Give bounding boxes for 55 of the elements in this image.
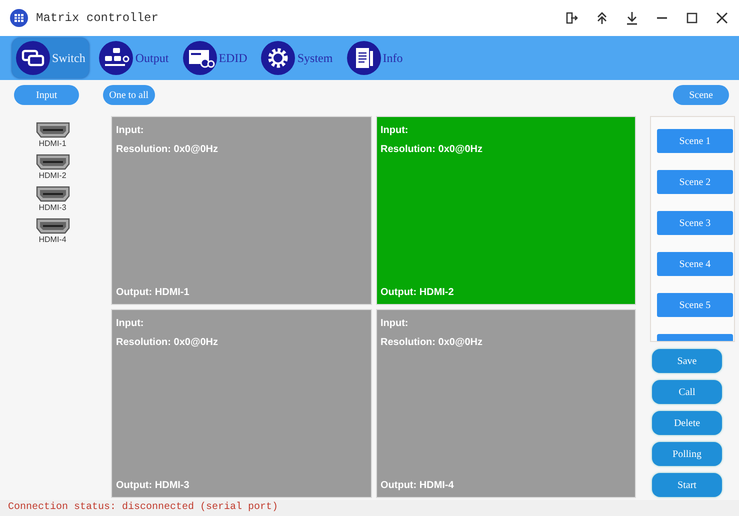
window-stack-icon — [16, 41, 50, 75]
input-label: Input: — [380, 124, 410, 138]
action-button[interactable]: Start — [652, 473, 722, 497]
hdmi-port-icon[interactable] — [36, 218, 70, 234]
output-label: Output: HDMI-4 — [380, 479, 455, 493]
scene-button[interactable]: Scene 3 — [657, 211, 733, 235]
output-tile[interactable]: Input: Resolution: 0x0@0Hz Output: HDMI-4 — [376, 309, 636, 498]
exit-icon[interactable] — [565, 11, 579, 25]
tab[interactable]: EDID — [178, 38, 252, 78]
output-label: Output: HDMI-1 — [116, 286, 190, 300]
tab[interactable]: System — [257, 38, 337, 78]
output-label: Output: HDMI-2 — [380, 286, 455, 300]
action-button[interactable]: Polling — [652, 442, 722, 466]
close-icon[interactable] — [715, 11, 729, 25]
input-label: HDMI-3 — [38, 202, 66, 214]
document-icon — [346, 41, 381, 75]
output-tile[interactable]: Input: Resolution: 0x0@0Hz Output: HDMI-1 — [111, 116, 372, 305]
input-label: Input: — [116, 124, 145, 138]
scene-button[interactable]: Scene 5 — [657, 293, 733, 317]
action-button[interactable]: Call — [652, 380, 722, 404]
action-button[interactable]: Delete — [652, 411, 722, 435]
input-label: HDMI-1 — [38, 138, 66, 150]
hdmi-port-icon[interactable] — [36, 154, 70, 170]
scene-button[interactable]: Scene — [673, 85, 729, 105]
output-tile[interactable]: Input: Resolution: 0x0@0Hz Output: HDMI-2 — [376, 116, 636, 305]
resolution-label: Resolution: 0x0@0Hz — [116, 143, 219, 157]
input-label: HDMI-2 — [38, 170, 66, 182]
maximize-icon[interactable] — [685, 11, 699, 25]
tab[interactable]: Switch — [12, 38, 90, 78]
window-title: Matrix controller — [36, 10, 158, 27]
resolution-label: Resolution: 0x0@0Hz — [116, 336, 219, 350]
hdmi-port-icon[interactable] — [36, 186, 70, 202]
scene-button[interactable]: Scene 4 — [657, 252, 733, 276]
output-label: Output: HDMI-3 — [116, 479, 190, 493]
network-icon — [99, 41, 134, 75]
monitor-gear-icon — [182, 41, 217, 75]
input-label: Input: — [380, 317, 410, 331]
download-icon[interactable] — [625, 11, 639, 25]
input-label: Input: — [116, 317, 145, 331]
settings-icon — [261, 41, 296, 75]
tab[interactable]: Output — [95, 38, 173, 78]
app-icon — [10, 9, 28, 27]
double-up-arrow-icon[interactable] — [595, 11, 609, 25]
scene-button[interactable]: Scene 2 — [657, 170, 733, 194]
resolution-label: Resolution: 0x0@0Hz — [380, 336, 484, 350]
input-label: HDMI-4 — [38, 234, 66, 246]
tab[interactable]: Info — [342, 38, 407, 78]
connection-status: Connection status: disconnected (serial port) — [0, 500, 739, 516]
action-button[interactable]: Save — [652, 349, 722, 373]
resolution-label: Resolution: 0x0@0Hz — [380, 143, 484, 157]
hdmi-port-icon[interactable] — [36, 122, 70, 138]
one-to-all-button[interactable]: One to all — [103, 85, 155, 105]
scene-button[interactable]: Scene 1 — [657, 129, 733, 153]
input-button[interactable]: Input — [14, 85, 80, 105]
output-tile[interactable]: Input: Resolution: 0x0@0Hz Output: HDMI-3 — [111, 309, 372, 498]
